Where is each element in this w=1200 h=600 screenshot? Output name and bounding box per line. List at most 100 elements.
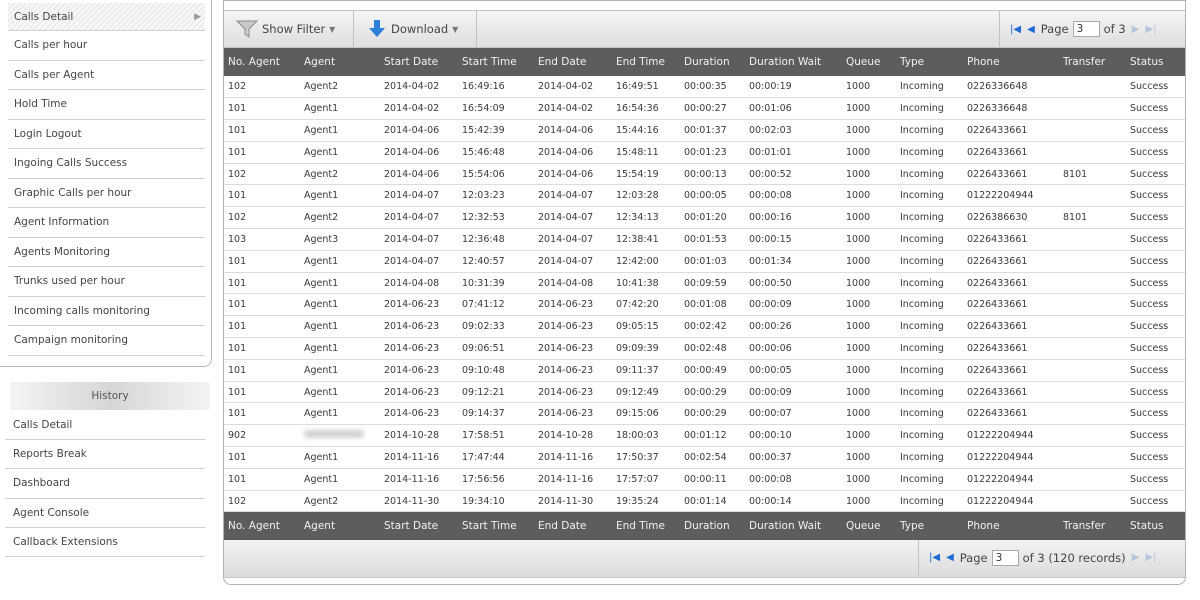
column-header[interactable]: Duration Wait: [745, 48, 842, 76]
history-item-callback-extensions[interactable]: Callback Extensions: [5, 528, 205, 557]
page-number-input[interactable]: [1072, 21, 1100, 37]
history-item-agent-console[interactable]: Agent Console: [5, 499, 205, 528]
column-header[interactable]: No. Agent: [224, 48, 300, 76]
history-item-reports-break[interactable]: Reports Break: [5, 440, 205, 470]
table-cell: Agent1: [300, 402, 380, 426]
first-page-icon[interactable]: |◀: [929, 552, 940, 563]
column-header[interactable]: Type: [896, 48, 963, 76]
table-cell: 17:58:51: [458, 424, 534, 448]
table-row: 101 Agent1 2014-04-07 12:40:57 2014-04-07 12:…: [224, 250, 1185, 273]
column-header[interactable]: End Date: [534, 511, 612, 540]
table-cell: 0226433661: [963, 163, 1059, 186]
table-cell: Success: [1126, 468, 1185, 491]
table-cell: Success: [1126, 424, 1185, 448]
sidebar-item-label: Graphic Calls per hour: [14, 186, 132, 199]
sidebar-item-calls-per-hour[interactable]: Calls per hour: [8, 31, 205, 61]
column-header[interactable]: Agent: [300, 511, 380, 540]
table-cell: 00:00:13: [680, 163, 745, 186]
sidebar-item-trunks-used-per-hour[interactable]: Trunks used per hour: [8, 267, 205, 297]
column-header[interactable]: Phone: [963, 48, 1059, 76]
show-filter-button[interactable]: Show Filter ▼: [224, 11, 354, 47]
table-cell: Agent1: [300, 337, 380, 360]
table-cell: 12:38:41: [612, 228, 680, 251]
column-header[interactable]: Start Time: [458, 511, 534, 540]
table-row: 101 Agent1 2014-04-06 15:46:48 2014-04-06 15:…: [224, 141, 1185, 164]
column-header[interactable]: No. Agent: [224, 511, 300, 540]
table-row: 101 Agent1 2014-04-08 10:31:39 2014-04-08 10:…: [224, 272, 1185, 295]
previous-page-icon[interactable]: ◀: [946, 552, 954, 563]
history-item-dashboard[interactable]: Dashboard: [5, 469, 205, 499]
table-cell: 0226433661: [963, 359, 1059, 382]
table-cell: Agent2: [300, 163, 380, 186]
table-cell: 0226386630: [963, 206, 1059, 230]
table-cell: 101: [224, 250, 300, 273]
column-header[interactable]: Phone: [963, 511, 1059, 540]
sidebar-item-label: Incoming calls monitoring: [14, 304, 150, 317]
table-row: 101 Agent1 2014-06-23 09:02:33 2014-06-23 09:…: [224, 315, 1185, 339]
column-header[interactable]: Transfer: [1059, 48, 1126, 76]
sidebar-item-ingoing-calls-success[interactable]: Ingoing Calls Success: [8, 149, 205, 179]
table-row: 103 Agent3 2014-04-07 12:36:48 2014-04-07 12:…: [224, 228, 1185, 251]
download-label: Download: [391, 22, 449, 36]
table-cell: 10:41:38: [612, 272, 680, 295]
table-cell: [1059, 315, 1126, 339]
sidebar-item-calls-detail[interactable]: Calls Detail ▶: [8, 3, 205, 31]
table-cell: Incoming: [896, 293, 963, 317]
table-cell: 2014-04-02: [534, 76, 612, 99]
table-cell: [1059, 490, 1126, 513]
sidebar-item-graphic-calls-per-hour[interactable]: Graphic Calls per hour: [8, 179, 205, 208]
column-header[interactable]: Duration Wait: [745, 511, 842, 540]
table-row: 102 Agent2 2014-04-07 12:32:53 2014-04-07 12:…: [224, 206, 1185, 230]
table-cell: 00:00:05: [745, 359, 842, 382]
history-item-calls-detail[interactable]: Calls Detail: [5, 411, 205, 441]
column-header[interactable]: End Date: [534, 48, 612, 76]
sidebar-item-hold-time[interactable]: Hold Time: [8, 90, 205, 120]
table-cell: 00:00:07: [745, 402, 842, 426]
table-cell: [1059, 381, 1126, 404]
table-cell: 00:02:03: [745, 119, 842, 142]
table-cell: 1000: [842, 293, 896, 317]
table-cell: 00:02:54: [680, 446, 745, 469]
column-header[interactable]: Queue: [842, 511, 896, 540]
column-header[interactable]: Duration: [680, 511, 745, 540]
table-cell: Success: [1126, 184, 1185, 208]
table-cell: 00:01:34: [745, 250, 842, 273]
history-item-label: Reports Break: [13, 448, 87, 461]
column-header[interactable]: Start Date: [380, 48, 458, 76]
column-header[interactable]: Type: [896, 511, 963, 540]
column-header[interactable]: Start Date: [380, 511, 458, 540]
sidebar-item-campaign-monitoring[interactable]: Campaign monitoring: [8, 326, 205, 356]
column-header[interactable]: End Time: [612, 48, 680, 76]
table-row: 101 Agent1 2014-06-23 07:41:12 2014-06-23 07:…: [224, 293, 1185, 317]
sidebar-item-calls-per-agent[interactable]: Calls per Agent: [8, 61, 205, 90]
table-cell: 09:14:37: [458, 402, 534, 426]
column-header[interactable]: Transfer: [1059, 511, 1126, 540]
table-cell: Agent1: [300, 293, 380, 317]
table-cell: 2014-04-06: [534, 141, 612, 164]
table-cell: Agent2: [300, 206, 380, 230]
table-cell: 2014-11-16: [534, 468, 612, 491]
sidebar-item-agents-monitoring[interactable]: Agents Monitoring: [8, 238, 205, 267]
column-header[interactable]: Queue: [842, 48, 896, 76]
column-header[interactable]: End Time: [612, 511, 680, 540]
column-header[interactable]: Duration: [680, 48, 745, 76]
first-page-icon[interactable]: |◀: [1010, 24, 1021, 35]
table-cell: 1000: [842, 163, 896, 186]
sidebar-item-incoming-calls-monitoring[interactable]: Incoming calls monitoring: [8, 297, 205, 326]
table-cell: 2014-04-07: [380, 206, 458, 230]
table-cell: Incoming: [896, 76, 963, 99]
table-cell: 00:01:08: [680, 293, 745, 317]
history-item-label: Agent Console: [13, 506, 90, 519]
download-button[interactable]: Download ▼: [355, 11, 477, 47]
table-cell: [1059, 446, 1126, 469]
column-header[interactable]: Agent: [300, 48, 380, 76]
column-header[interactable]: Status: [1126, 511, 1185, 540]
table-cell: 101: [224, 119, 300, 142]
column-header[interactable]: Start Time: [458, 48, 534, 76]
previous-page-icon[interactable]: ◀: [1027, 24, 1035, 35]
column-header[interactable]: Status: [1126, 48, 1185, 76]
sidebar-item-login-logout[interactable]: Login Logout: [8, 120, 205, 149]
page-number-input[interactable]: [991, 549, 1019, 566]
table-cell: [300, 424, 380, 448]
sidebar-item-agent-information[interactable]: Agent Information: [8, 208, 205, 238]
